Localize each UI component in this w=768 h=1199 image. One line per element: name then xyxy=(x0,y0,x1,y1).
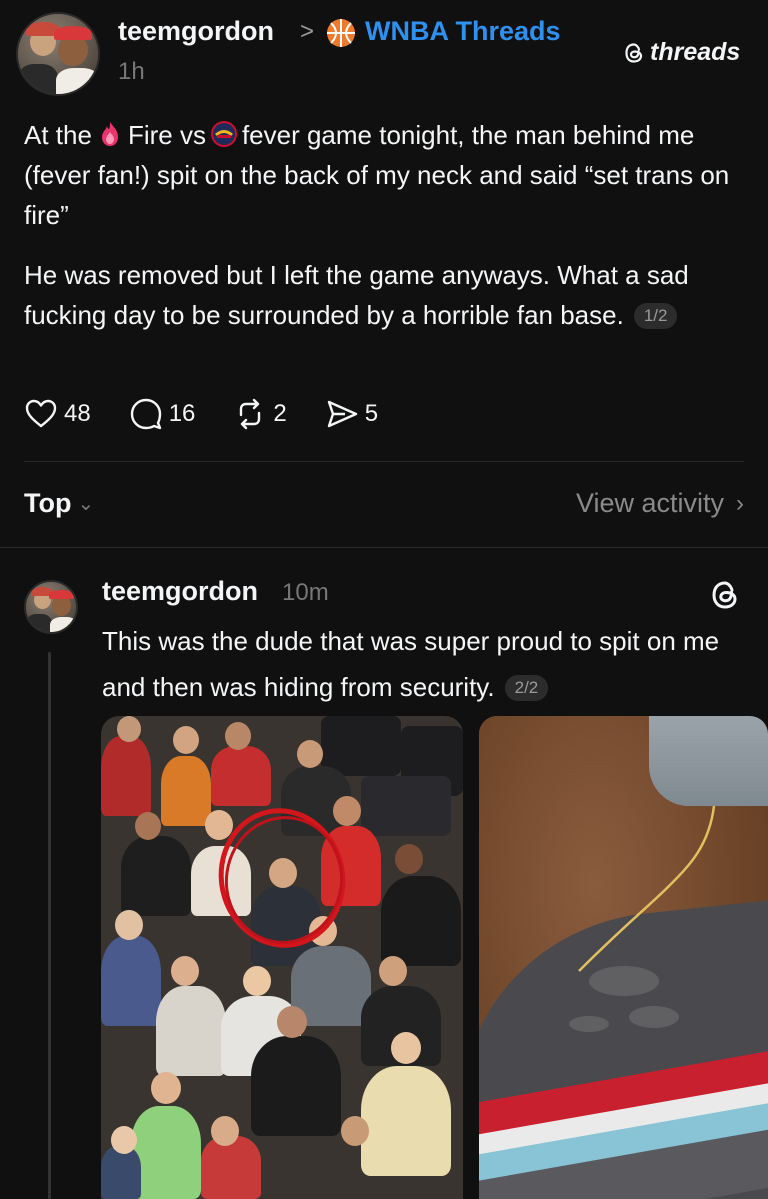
comment-count: 16 xyxy=(168,400,196,427)
reply-body: This was the dude that was super proud t… xyxy=(102,626,720,702)
page-indicator: 1/2 xyxy=(633,303,678,329)
chevron-down-icon: ⌄ xyxy=(77,493,95,515)
post-username[interactable]: teemgordon xyxy=(118,16,274,47)
post-paragraph-1: At the Fire vs fever game tonight, the m… xyxy=(24,115,744,235)
divider xyxy=(0,547,768,548)
reply-time: 10m xyxy=(282,579,329,606)
breadcrumb-separator: > xyxy=(300,18,315,45)
threads-logo-icon xyxy=(625,42,643,63)
brand-label: threads xyxy=(650,38,741,66)
view-activity-label: View activity xyxy=(575,488,724,518)
threads-brand: threads xyxy=(622,38,740,67)
post-text: At the xyxy=(24,120,92,150)
post-paragraph-2: He was removed but I left the game anywa… xyxy=(24,255,744,335)
chevron-right-icon: › xyxy=(736,489,744,517)
avatar[interactable] xyxy=(16,12,100,96)
reply-username[interactable]: teemgordon xyxy=(102,576,258,607)
fever-team-logo-icon xyxy=(210,121,237,147)
comment-button[interactable]: 16 xyxy=(129,397,196,431)
repost-button[interactable]: 2 xyxy=(233,397,287,431)
fire-team-logo-icon xyxy=(101,122,118,146)
repost-icon xyxy=(240,398,261,430)
heart-icon xyxy=(25,399,57,428)
thread-line xyxy=(48,652,51,1199)
crowd-photo[interactable] xyxy=(101,716,463,1199)
post-text: Fire vs xyxy=(127,120,206,150)
post-time: 1h xyxy=(118,58,145,85)
necklace xyxy=(578,806,716,972)
view-activity-link[interactable]: View activity › xyxy=(576,488,744,519)
sort-bar: Top ⌄ View activity › xyxy=(0,462,768,548)
page-indicator: 2/2 xyxy=(504,675,549,701)
send-icon xyxy=(327,400,357,428)
sort-dropdown[interactable]: Top ⌄ xyxy=(24,488,94,519)
sort-label: Top xyxy=(24,488,72,518)
like-count: 48 xyxy=(64,400,91,427)
repost-count: 2 xyxy=(273,400,287,427)
neck-photo[interactable] xyxy=(479,716,768,1199)
share-button[interactable]: 5 xyxy=(325,397,378,431)
comment-icon xyxy=(130,398,161,430)
like-button[interactable]: 48 xyxy=(24,397,91,431)
action-bar: 48 16 2 5 xyxy=(24,397,416,431)
community-link[interactable]: WNBA Threads xyxy=(365,16,561,47)
basketball-icon[interactable] xyxy=(325,17,357,49)
avatar[interactable] xyxy=(24,580,78,634)
share-count: 5 xyxy=(364,400,379,427)
post-text: He was removed but I left the game anywa… xyxy=(24,260,689,330)
reply-text: This was the dude that was super proud t… xyxy=(102,618,742,710)
main-post: teemgordon > WNBA Threads 1h threads At … xyxy=(0,0,768,462)
threads-logo-icon[interactable] xyxy=(708,578,742,612)
